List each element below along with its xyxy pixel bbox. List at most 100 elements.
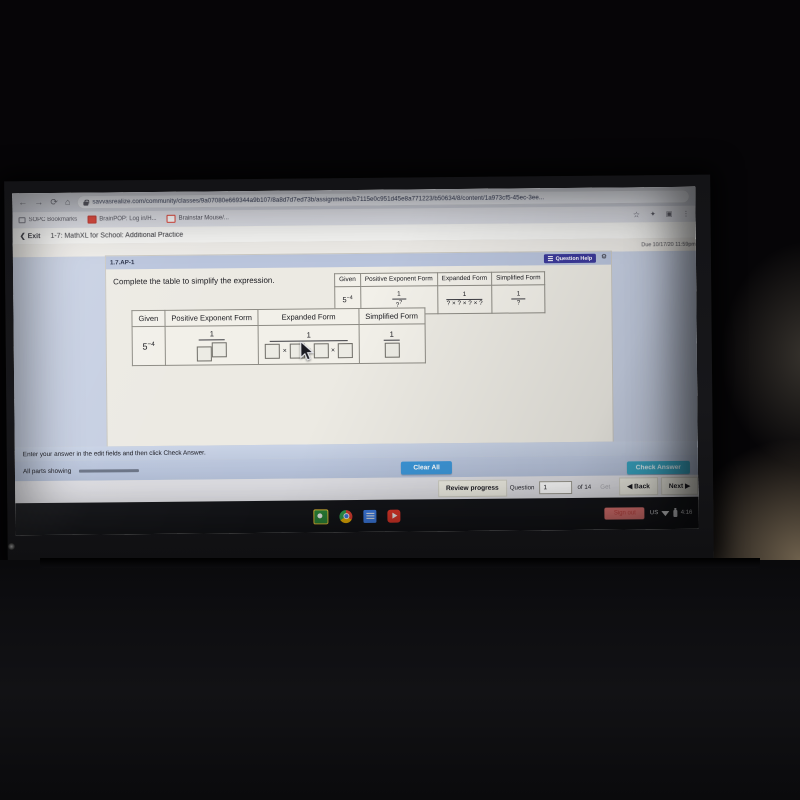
fraction-with-inputs: 1 (196, 329, 228, 362)
exercise-panel: 1.7.AP-1 Question Help ⚙ Complete the ta… (105, 251, 613, 447)
question-number-input[interactable]: 1 (539, 480, 573, 494)
battery-icon (673, 509, 678, 517)
answer-table-wrap: Given Positive Exponent Form Expanded Fo… (131, 307, 426, 367)
question-help-button[interactable]: Question Help (544, 253, 597, 264)
cell-expanded-form: 1 ? × ? × ? × ? (437, 284, 492, 314)
answer-input-base[interactable] (196, 346, 213, 362)
assignment-title: 1-7: MathXL for School: Additional Pract… (50, 231, 184, 240)
fraction-numerator: 1 (397, 290, 401, 298)
column-header-given: Given (334, 273, 361, 287)
next-button[interactable]: Next ▶ (660, 476, 699, 496)
youtube-icon[interactable] (387, 509, 401, 523)
question-help-label: Question Help (555, 255, 593, 262)
all-parts-showing-label: All parts showing (22, 467, 72, 475)
sign-out-button[interactable]: Sign out (604, 507, 645, 520)
denominator-exponent: ? (399, 299, 403, 306)
answer-input-simplified[interactable] (384, 342, 400, 358)
check-answer-button[interactable]: Check Answer (626, 460, 691, 475)
arrow-right-icon: ▶ (685, 482, 691, 490)
extensions-icon[interactable]: ✦ (650, 210, 656, 218)
instruction-text: Enter your answer in the edit fields and… (22, 448, 206, 458)
cell-simplified-form: 1 (358, 323, 425, 364)
actions-spacer (147, 468, 393, 470)
answer-input-factor-4[interactable] (337, 342, 353, 359)
fraction: 1 ? (511, 290, 526, 307)
ambient-light-secondary (720, 240, 800, 470)
fraction-bar (383, 339, 400, 341)
exit-label: Exit (27, 232, 41, 240)
fraction-bar (198, 339, 225, 341)
chromeos-shelf: Sign out US 4:16 (15, 496, 699, 536)
column-header-positive-exponent-form: Positive Exponent Form (360, 272, 438, 287)
cell-positive-exponent-form: 1 (164, 325, 259, 366)
fraction: 1 ? × ? × ? × ? (446, 290, 483, 307)
fraction-numerator: 1 (462, 290, 467, 298)
given-exponent: −4 (147, 340, 155, 348)
keyboard-locale-label: US (649, 510, 659, 517)
page-side-left (12, 256, 108, 448)
fraction: 1 ?? (391, 290, 406, 309)
question-label: Question (509, 483, 535, 492)
power-led (8, 543, 15, 550)
get-button-disabled: Get (600, 483, 611, 491)
back-label: Back (634, 483, 650, 491)
fraction-numerator: 1 (209, 329, 214, 339)
laptop-hinge (40, 558, 760, 568)
fraction-numerator: 1 (306, 330, 311, 340)
mouse-pointer-icon (300, 341, 315, 361)
star-icon[interactable]: ☆ (633, 210, 640, 219)
fraction-with-inputs: 1 (383, 330, 400, 358)
fraction-denominator (196, 342, 228, 362)
parts-progress-bar (79, 468, 140, 473)
column-header-given: Given (131, 310, 165, 327)
bookmark-item-brainpop[interactable]: BrainPOP: Log in/H... (87, 215, 157, 224)
profile-icon[interactable]: ▣ (666, 210, 673, 218)
gear-icon[interactable]: ⚙ (601, 254, 607, 262)
laptop-lid: ← → ⟳ ⌂ savvasrealize.com/community/clas… (4, 174, 714, 567)
reload-icon[interactable]: ⟳ (50, 197, 58, 207)
exit-button[interactable]: ❮ Exit (19, 232, 41, 241)
column-header-positive-exponent-form: Positive Exponent Form (164, 309, 259, 327)
column-header-simplified-form: Simplified Form (491, 271, 546, 285)
laptop-base: DELL (0, 560, 800, 800)
photograph-of-laptop: ← → ⟳ ⌂ savvasrealize.com/community/clas… (0, 0, 800, 800)
fraction-numerator: 1 (516, 290, 521, 298)
bookmark-item-sopc[interactable]: SOPC Bookmarks (19, 217, 78, 224)
forward-icon[interactable]: → (34, 197, 43, 207)
back-button[interactable]: ◀ Back (619, 477, 658, 496)
cell-simplified-form: 1 ? (491, 284, 546, 313)
cell-given: 5−4 (132, 326, 166, 366)
fraction-denominator: ? (516, 299, 521, 307)
answer-input-factor-1[interactable] (265, 343, 281, 359)
lock-icon (83, 199, 88, 205)
clear-all-button[interactable]: Clear All (401, 460, 452, 475)
more-menu-icon[interactable]: ⋮ (682, 210, 689, 218)
check-answer-wrap: Check Answer (626, 456, 691, 475)
bookmark-label: BrainPOP: Log in/H... (99, 215, 157, 223)
bookmark-label: Brainstar Mouse/... (178, 215, 229, 222)
bookmark-label: SOPC Bookmarks (28, 216, 78, 224)
shelf-app-icons (15, 505, 698, 527)
answer-table: Given Positive Exponent Form Expanded Fo… (131, 307, 426, 367)
list-icon (548, 256, 553, 261)
column-header-expanded-form: Expanded Form (258, 308, 359, 326)
review-progress-button[interactable]: Review progress (437, 479, 507, 497)
multiply-symbol: × (330, 347, 336, 355)
brainpop-icon (87, 215, 97, 224)
multiply-symbol: × (282, 347, 287, 355)
given-exponent: −4 (346, 295, 353, 302)
next-label: Next (668, 482, 684, 491)
bookmark-item-brainstar[interactable]: Brainstar Mouse/... (166, 214, 229, 223)
page-side-right (610, 250, 698, 442)
system-tray[interactable]: US 4:16 (649, 509, 693, 517)
wifi-icon (661, 510, 670, 516)
back-icon[interactable]: ← (18, 197, 27, 207)
column-header-simplified-form: Simplified Form (358, 307, 425, 325)
home-icon[interactable]: ⌂ (65, 197, 71, 207)
docs-icon[interactable] (363, 509, 377, 523)
answer-input-exponent[interactable] (211, 342, 228, 358)
chrome-icon[interactable] (339, 509, 353, 523)
question-total-label: of 14 (577, 483, 592, 491)
classroom-icon[interactable] (313, 508, 329, 524)
chevron-left-icon: ❮ (19, 233, 26, 241)
